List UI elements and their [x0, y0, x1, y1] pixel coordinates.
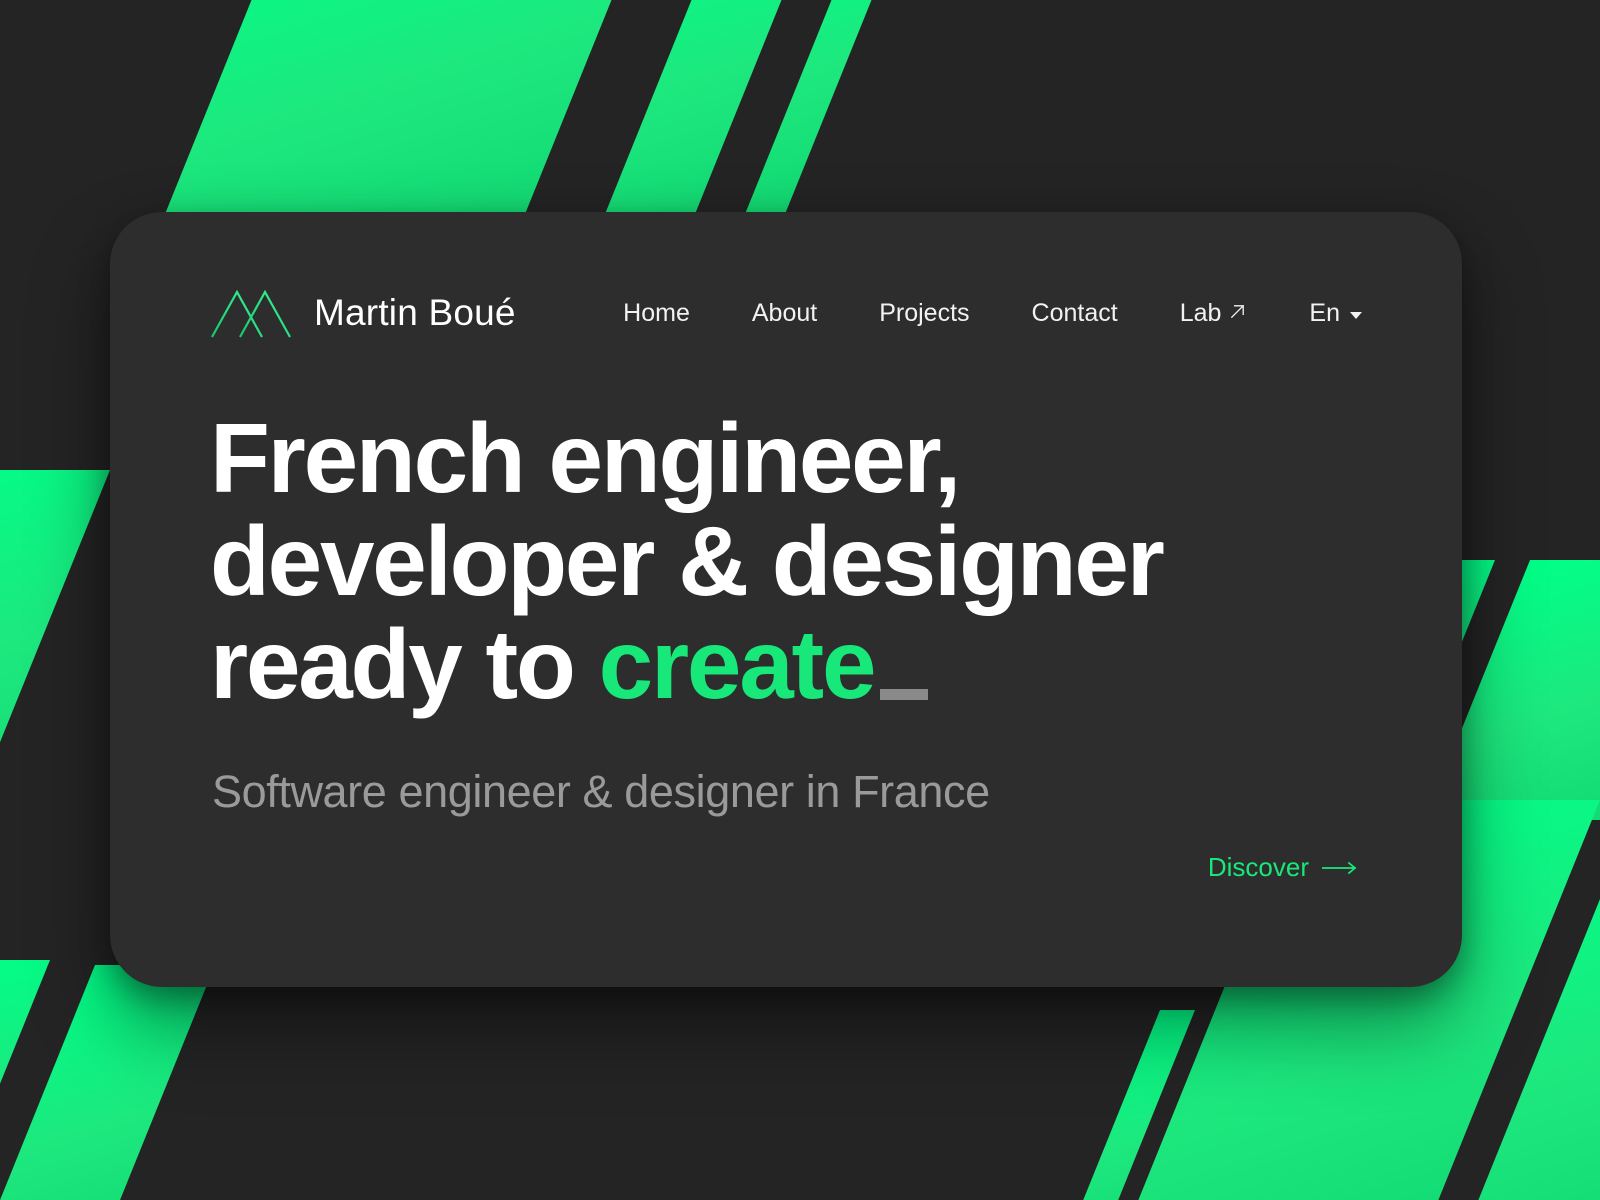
nav-item-label: About: [751, 298, 818, 327]
nav-item-label: Contact: [1031, 298, 1118, 327]
typing-cursor: [880, 688, 929, 700]
brand-name: Martin Boué: [314, 292, 516, 333]
nav-item-label: Projects: [879, 298, 970, 327]
discover-link[interactable]: Discover: [1208, 852, 1358, 883]
nav-item-label: Home: [623, 298, 690, 327]
site-header: Martin Boué Home About Projects Contact …: [210, 282, 1362, 344]
nav-item-home[interactable]: Home: [623, 299, 690, 328]
brand[interactable]: Martin Boué: [210, 287, 516, 339]
external-link-arrow-icon: [1231, 304, 1245, 319]
nav-item-lab[interactable]: Lab: [1180, 299, 1248, 328]
page-title: French engineer, developer & designer re…: [210, 407, 1330, 716]
headline-line-2: developer & designer: [210, 505, 1165, 616]
main-navigation: Home About Projects Contact Lab En: [623, 299, 1362, 328]
headline-plain-text: ready to: [210, 608, 599, 719]
nav-item-label: En: [1309, 298, 1340, 327]
long-right-arrow-icon: [1322, 861, 1357, 874]
nav-item-contact[interactable]: Contact: [1032, 299, 1118, 328]
nav-item-label: Lab: [1179, 298, 1222, 327]
page-root: Martin Boué Home About Projects Contact …: [0, 0, 1600, 1200]
background-stripe: [154, 0, 661, 240]
headline-line-1: French engineer,: [210, 403, 961, 513]
headline-line-3: ready to create: [210, 612, 1330, 716]
headline-accent-word: create: [598, 608, 877, 719]
hero-card: Martin Boué Home About Projects Contact …: [110, 212, 1462, 987]
background-stripe: [742, 0, 920, 220]
background-stripe: [0, 470, 110, 850]
nav-item-about[interactable]: About: [752, 299, 817, 328]
mountain-peaks-icon: [211, 289, 291, 338]
chevron-down-icon: [1350, 311, 1362, 319]
page-subtitle: Software engineer & designer in France: [212, 766, 990, 817]
discover-label: Discover: [1207, 852, 1309, 882]
nav-item-language[interactable]: En: [1309, 299, 1362, 328]
nav-item-projects[interactable]: Projects: [879, 299, 969, 328]
